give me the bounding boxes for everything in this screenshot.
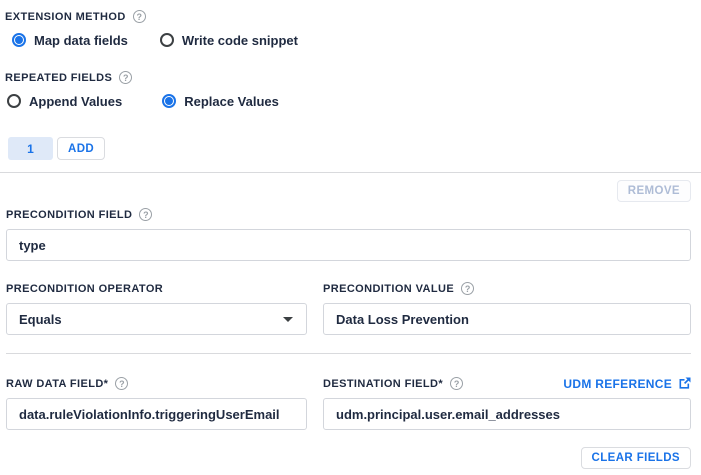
precondition-value-input[interactable] [323,303,691,335]
mapping-tabs-row: 1 ADD [5,137,701,160]
help-icon[interactable]: ? [139,208,152,221]
help-icon[interactable]: ? [461,282,474,295]
add-mapping-button[interactable]: ADD [57,137,105,160]
remove-row: REMOVE [6,180,691,202]
radio-selected-icon [12,33,26,47]
radio-label: Write code snippet [182,33,298,48]
raw-data-field-col: RAW DATA FIELD* ? [6,354,307,430]
radio-write-code-snippet[interactable]: Write code snippet [160,33,298,48]
radio-label: Append Values [29,94,122,109]
help-icon[interactable]: ? [115,377,128,390]
clear-fields-button[interactable]: CLEAR FIELDS [581,447,692,469]
raw-data-field-input[interactable] [6,398,307,430]
destination-field-col: DESTINATION FIELD* ? UDM REFERENCE [323,354,691,430]
precondition-field-label: PRECONDITION FIELD [6,209,132,221]
precondition-value-label-row: PRECONDITION VALUE ? [323,282,691,295]
repeated-fields-label-row: REPEATED FIELDS ? [5,71,701,84]
precondition-operator-select[interactable]: Equals [6,303,307,335]
precondition-value-col: PRECONDITION VALUE ? [323,261,691,335]
mapping-section: REMOVE PRECONDITION FIELD ? PRECONDITION… [0,173,701,469]
extension-method-label: EXTENSION METHOD [5,11,126,23]
destination-field-label-row: DESTINATION FIELD* ? UDM REFERENCE [323,377,691,390]
precondition-field-label-row: PRECONDITION FIELD ? [6,208,691,221]
parser-extension-form: EXTENSION METHOD ? Map data fields Write… [0,0,701,475]
clear-fields-row: CLEAR FIELDS [6,447,691,469]
precondition-operator-label: PRECONDITION OPERATOR [6,283,163,295]
precondition-operator-col: PRECONDITION OPERATOR Equals [6,261,307,335]
destination-field-label-wrap: DESTINATION FIELD* ? [323,377,463,390]
radio-map-data-fields[interactable]: Map data fields [12,33,128,48]
extension-method-label-row: EXTENSION METHOD ? [5,10,701,23]
external-link-icon [678,377,691,390]
field-mapping-row: RAW DATA FIELD* ? DESTINATION FIELD* ? U… [6,354,691,430]
help-icon[interactable]: ? [133,10,146,23]
chevron-down-icon [283,317,293,322]
help-icon[interactable]: ? [450,377,463,390]
radio-unselected-icon [160,33,174,47]
destination-field-label: DESTINATION FIELD* [323,378,443,390]
precondition-row: PRECONDITION OPERATOR Equals PRECONDITIO… [6,261,691,335]
precondition-operator-label-row: PRECONDITION OPERATOR [6,282,307,295]
radio-append-values[interactable]: Append Values [7,94,122,109]
remove-mapping-button[interactable]: REMOVE [617,180,691,202]
extension-method-radio-group: Map data fields Write code snippet [5,32,701,48]
radio-selected-icon [162,94,176,108]
selected-operator-value: Equals [19,312,62,327]
precondition-field-input[interactable] [6,229,691,261]
raw-data-field-label: RAW DATA FIELD* [6,378,108,390]
destination-field-input[interactable] [323,398,691,430]
help-icon[interactable]: ? [119,71,132,84]
radio-label: Map data fields [34,33,128,48]
raw-data-field-label-row: RAW DATA FIELD* ? [6,377,307,390]
radio-replace-values[interactable]: Replace Values [162,94,279,109]
radio-label: Replace Values [184,94,279,109]
udm-reference-link[interactable]: UDM REFERENCE [563,377,691,391]
repeated-fields-label: REPEATED FIELDS [5,72,112,84]
tab-mapping-1[interactable]: 1 [8,137,53,160]
precondition-value-label: PRECONDITION VALUE [323,283,454,295]
radio-unselected-icon [7,94,21,108]
repeated-fields-radio-group: Append Values Replace Values [5,93,701,109]
method-section: EXTENSION METHOD ? Map data fields Write… [0,0,701,160]
udm-reference-label: UDM REFERENCE [563,377,672,391]
